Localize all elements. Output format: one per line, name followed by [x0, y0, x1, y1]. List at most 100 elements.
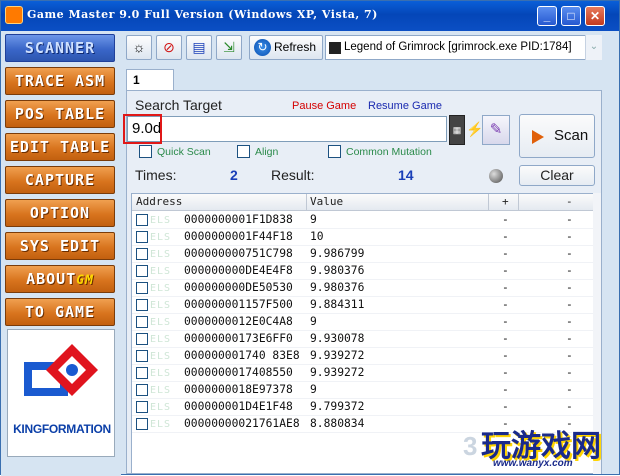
row-address[interactable]: 00000000173E6FF0	[184, 331, 293, 347]
process-select[interactable]: Legend of Grimrock [grimrock.exe PID:178…	[325, 35, 602, 60]
quick-scan-checkbox[interactable]	[139, 145, 152, 158]
sidebar-item-scanner[interactable]: SCANNER	[5, 34, 115, 62]
sidebar-item-pos-table[interactable]: POS TABLE	[5, 100, 115, 128]
table-row[interactable]: ELS 000000000DE4E4F8 9.980376 - -	[132, 263, 596, 280]
row-value[interactable]: 9.939272	[310, 365, 364, 381]
table-header: Address Value + -	[132, 194, 596, 211]
row-value[interactable]: 9	[310, 314, 317, 330]
row-address[interactable]: 000000001D4E1F48	[184, 399, 293, 415]
sidebar-item-trace-asm[interactable]: TRACE ASM	[5, 67, 115, 95]
table-row[interactable]: ELS 000000000DE50530 9.980376 - -	[132, 280, 596, 297]
row-value[interactable]: 10	[310, 229, 324, 245]
document-icon[interactable]: ▤	[186, 35, 212, 60]
clear-button[interactable]: Clear	[519, 165, 595, 186]
row-value[interactable]: 9.986799	[310, 246, 364, 262]
sidebar-item-sys-edit[interactable]: SYS EDIT	[5, 232, 115, 260]
title-bar[interactable]: Game Master 9.0 Full Version (Windows XP…	[1, 1, 619, 31]
refresh-label: Refresh	[274, 40, 317, 54]
row-checkbox[interactable]	[136, 384, 148, 396]
row-checkbox[interactable]	[136, 214, 148, 226]
row-checkbox[interactable]	[136, 265, 148, 277]
column-value[interactable]: Value	[310, 194, 343, 210]
sidebar-item-capture[interactable]: CAPTURE	[5, 166, 115, 194]
maximize-button[interactable]: □	[561, 6, 581, 26]
table-row[interactable]: ELS 000000001157F500 9.884311 - -	[132, 297, 596, 314]
row-checkbox[interactable]	[136, 248, 148, 260]
table-row[interactable]: ELS 0000000018E97378 9 - -	[132, 382, 596, 399]
row-address[interactable]: 0000000017408550	[184, 365, 293, 381]
table-row[interactable]: ELS 0000000001F44F18 10 - -	[132, 229, 596, 246]
minimize-button[interactable]: _	[537, 6, 557, 26]
row-address[interactable]: 000000000DE50530	[184, 280, 293, 296]
align-option[interactable]: Align	[237, 145, 278, 161]
row-address[interactable]: 0000000001F44F18	[184, 229, 293, 245]
quick-scan-option[interactable]: Quick Scan	[139, 145, 211, 161]
row-checkbox[interactable]	[136, 282, 148, 294]
row-value[interactable]: 9.884311	[310, 297, 364, 313]
sun-icon[interactable]: ☼	[126, 35, 152, 60]
row-plus: -	[502, 264, 509, 277]
refresh-button[interactable]: ↻ Refresh	[249, 35, 323, 60]
search-input[interactable]: 9.0d	[127, 116, 447, 142]
row-checkbox[interactable]	[136, 401, 148, 413]
row-address[interactable]: 000000001157F500	[184, 297, 293, 313]
column-plus[interactable]: +	[502, 194, 509, 210]
column-divider[interactable]	[488, 194, 489, 211]
row-value[interactable]: 9.930078	[310, 331, 364, 347]
row-address[interactable]: 00000000021761AE8	[184, 416, 300, 432]
lightning-icon[interactable]: ⚡	[466, 121, 483, 141]
row-checkbox[interactable]	[136, 350, 148, 362]
pause-game-link[interactable]: Pause Game	[292, 100, 356, 112]
row-checkbox[interactable]	[136, 316, 148, 328]
cancel-icon[interactable]: ⊘	[156, 35, 182, 60]
row-plus: -	[502, 298, 509, 311]
row-minus: -	[566, 400, 573, 413]
row-address[interactable]: 000000000DE4E4F8	[184, 263, 293, 279]
row-value[interactable]: 9.799372	[310, 399, 364, 415]
sidebar-item-option[interactable]: OPTION	[5, 199, 115, 227]
column-address[interactable]: Address	[136, 194, 182, 210]
row-address[interactable]: 0000000018E97378	[184, 382, 293, 398]
row-checkbox[interactable]	[136, 299, 148, 311]
common-mutation-checkbox[interactable]	[328, 145, 341, 158]
row-address[interactable]: 000000001740 83E8	[184, 348, 300, 364]
sidebar-item-edit-table[interactable]: EDIT TABLE	[5, 133, 115, 161]
watermark-number: 3	[463, 431, 478, 461]
row-value[interactable]: 9.980376	[310, 263, 364, 279]
table-row[interactable]: ELS 0000000012E0C4A8 9 - -	[132, 314, 596, 331]
table-row[interactable]: ELS 000000001D4E1F48 9.799372 - -	[132, 399, 596, 416]
row-checkbox[interactable]	[136, 418, 148, 430]
table-row[interactable]: ELS 000000000751C798 9.986799 - -	[132, 246, 596, 263]
tab-1[interactable]: 1	[126, 69, 174, 91]
table-row[interactable]: ELS 000000001740 83E8 9.939272 - -	[132, 348, 596, 365]
row-checkbox[interactable]	[136, 333, 148, 345]
row-checkbox[interactable]	[136, 231, 148, 243]
common-mutation-option[interactable]: Common Mutation	[328, 145, 432, 161]
status-indicator	[489, 169, 503, 183]
table-row[interactable]: ELS 00000000173E6FF0 9.930078 - -	[132, 331, 596, 348]
align-checkbox[interactable]	[237, 145, 250, 158]
chevron-down-icon[interactable]: ⌄	[585, 35, 602, 60]
sidebar-item-to-game[interactable]: TO GAME	[5, 298, 115, 326]
column-divider[interactable]	[306, 194, 307, 211]
sidebar-item-about[interactable]: ABOUTGM	[5, 265, 115, 293]
row-address[interactable]: 0000000012E0C4A8	[184, 314, 293, 330]
table-row[interactable]: ELS 0000000001F1D838 9 - -	[132, 212, 596, 229]
resume-game-link[interactable]: Resume Game	[368, 100, 442, 112]
close-button[interactable]: ✕	[585, 6, 605, 26]
row-value[interactable]: 8.880834	[310, 416, 364, 432]
column-divider[interactable]	[518, 194, 519, 211]
export-icon[interactable]: ⇲	[216, 35, 242, 60]
table-row[interactable]: ELS 0000000017408550 9.939272 - -	[132, 365, 596, 382]
book-icon[interactable]: ✎	[482, 115, 510, 145]
row-address[interactable]: 0000000001F1D838	[184, 212, 293, 228]
row-value[interactable]: 9.939272	[310, 348, 364, 364]
row-address[interactable]: 000000000751C798	[184, 246, 293, 262]
scan-button[interactable]: Scan	[519, 114, 595, 158]
row-value[interactable]: 9	[310, 212, 317, 228]
column-minus[interactable]: -	[566, 194, 573, 210]
row-checkbox[interactable]	[136, 367, 148, 379]
row-value[interactable]: 9.980376	[310, 280, 364, 296]
row-value[interactable]: 9	[310, 382, 317, 398]
grid-icon[interactable]: ▦	[449, 115, 465, 145]
